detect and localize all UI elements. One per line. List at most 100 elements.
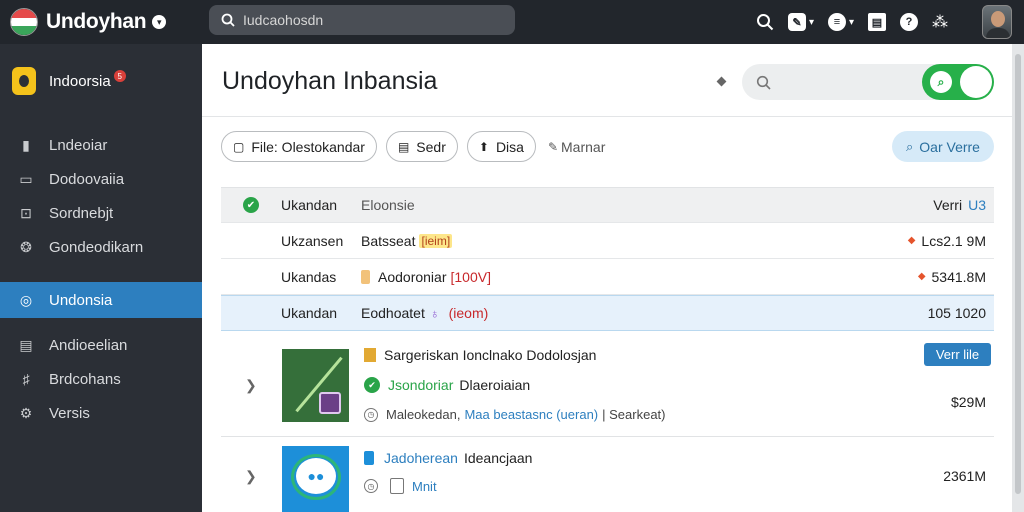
file-icon: [361, 269, 370, 284]
view-toggle[interactable]: ⌕: [922, 64, 994, 100]
card-line: ◷ Mnit: [364, 478, 437, 494]
upload-icon: ⬆: [478, 139, 489, 154]
sidebar-brand[interactable]: Indoorsia 5: [0, 44, 202, 118]
disa-button-label: Disa: [495, 138, 524, 155]
edit-icon[interactable]: ✎ ▾: [787, 13, 814, 31]
card-title-text: Sargeriskan Ionclnako Dodolosjan: [384, 347, 597, 363]
thumbnail-image: [282, 349, 349, 422]
sidebar-item-gondeodikarn[interactable]: ❂ Gondeodikarn: [0, 230, 202, 264]
card-status: Jsondoriar: [388, 377, 454, 393]
sidebar-item-label: Dodoovaiia: [49, 170, 125, 188]
sidebar-item-label: Andioeelian: [49, 336, 128, 354]
divider: [202, 116, 1012, 117]
view-button-label: Oar Verre: [919, 138, 980, 155]
document-icon[interactable]: ▤: [868, 13, 886, 31]
file-icon: ▢: [233, 139, 245, 154]
row-desc-text: Aodoroniar: [378, 268, 447, 285]
chat-icon: ▤: [19, 336, 33, 353]
global-search[interactable]: [209, 5, 515, 35]
search-icon[interactable]: [756, 13, 774, 31]
status-dot-icon: ◆: [917, 271, 926, 282]
row-desc: Batsseat [ieim]: [361, 233, 453, 249]
search-icon: ⌕: [906, 138, 914, 154]
gear-icon: ⚙: [19, 404, 33, 421]
sidebar-item-label: Sordnebjt: [49, 204, 114, 222]
toolbar: ▢ File: Olestokandar ▤ Sedr ⬆ Disa ✎ Mar…: [221, 131, 605, 162]
header-name[interactable]: Ukandan: [281, 197, 337, 213]
list-item[interactable]: ❯ ●● Jadoherean Ideancjaan ◷ Mnit 2361M: [221, 438, 994, 512]
grid-icon: ♯: [22, 371, 30, 387]
file-button[interactable]: ▢ File: Olestokandar: [221, 131, 377, 162]
header-size-label: Verri: [933, 197, 963, 213]
header-size-extra: U3: [968, 197, 986, 213]
card-size: 2361M: [943, 468, 986, 484]
row-size: 105 1020: [928, 305, 986, 321]
table-row-selected[interactable]: Ukandan Eodhoatet ♁ (ieom) 105 1020: [221, 295, 994, 331]
sidebar-item-lndeoiar[interactable]: ▮ Lndeoiar: [0, 128, 202, 162]
disa-button[interactable]: ⬆ Disa: [466, 131, 536, 162]
top-icons: ✎ ▾ ≡ ▾ ▤ ? ⁂: [756, 0, 948, 44]
page-title: Undoyhan Inbansia: [222, 67, 438, 95]
view-file-button[interactable]: Verr lile: [924, 343, 991, 366]
check-icon[interactable]: ✔: [243, 197, 259, 213]
check-icon: ✔: [364, 377, 380, 393]
card-link[interactable]: Mnit: [412, 479, 437, 494]
list-icon: ▤: [397, 139, 410, 154]
sidebar-item-label: Versis: [49, 404, 90, 422]
flag-icon: [10, 8, 38, 36]
scrollbar-thumb[interactable]: [1015, 54, 1021, 494]
marnar-link[interactable]: ✎ Marnar: [548, 139, 605, 155]
avatar[interactable]: [982, 5, 1012, 39]
row-tag: [100V]: [450, 268, 491, 285]
row-tag: [ieim]: [419, 233, 453, 248]
card-meta-post: | Searkeat): [602, 407, 666, 422]
header-desc[interactable]: Eloonsie: [361, 197, 415, 213]
chevron-right-icon[interactable]: ❯: [245, 468, 257, 485]
table-row[interactable]: Ukzansen Batsseat [ieim] ◆ Lcs2.1 9M: [221, 223, 994, 259]
message-icon[interactable]: ≡ ▾: [827, 13, 854, 31]
pin-icon: ♁: [429, 305, 440, 321]
table-row[interactable]: Ukandas Aodoroniar [100V] ◆ 5341.8M: [221, 259, 994, 295]
folder-icon: [364, 348, 376, 362]
view-button[interactable]: ⌕ Oar Verre: [892, 131, 994, 162]
header-size[interactable]: Verri U3: [933, 197, 986, 213]
card-line: ✔ Jsondoriar Dlaeroiaian: [364, 377, 530, 393]
row-desc: Eodhoatet ♁ (ieom): [361, 305, 488, 321]
card-meta-link[interactable]: Maa beastasnc (ueran): [464, 407, 598, 422]
sidebar-item-undonsia[interactable]: ◎ Undonsia: [0, 282, 202, 318]
sedr-button[interactable]: ▤ Sedr: [385, 131, 458, 162]
chevron-down-icon[interactable]: ▾: [152, 15, 167, 29]
sidebar-item-andioeelian[interactable]: ▤ Andioeelian: [0, 328, 202, 362]
card-title-blue: Jadoherean: [384, 450, 458, 466]
workspace-label: Indoorsia: [49, 72, 111, 90]
sidebar-item-brdcohans[interactable]: ♯ Brdcohans: [0, 362, 202, 396]
panel-search[interactable]: ⌕: [742, 64, 994, 100]
card-meta-pre: Maleokedan,: [386, 407, 461, 422]
chevron-right-icon[interactable]: ❯: [245, 377, 257, 394]
sidebar-item-dodoovaiia[interactable]: ▭ Dodoovaiia: [0, 162, 202, 196]
search-input[interactable]: [243, 12, 503, 28]
workspace-logo-icon: [12, 67, 36, 95]
table-header: ✔ Ukandan Eloonsie Verri U3: [221, 187, 994, 223]
search-icon: [756, 75, 771, 90]
apps-icon[interactable]: ⁂: [932, 12, 948, 32]
sidebar-item-versis[interactable]: ⚙ Versis: [0, 396, 202, 430]
list-item[interactable]: ❯ Sargeriskan Ionclnako Dodolosjan ✔ Jso…: [221, 339, 994, 437]
sidebar-item-sordnebjt[interactable]: ⊡ Sordnebjt: [0, 196, 202, 230]
row-desc: Aodoroniar [100V]: [361, 269, 491, 285]
app-brand[interactable]: Undoyhan ▾: [0, 8, 200, 36]
row-size: ◆ 5341.8M: [918, 269, 986, 285]
globe-icon: ◎: [19, 291, 33, 308]
help-icon[interactable]: ?: [900, 13, 918, 31]
diamond-icon[interactable]: [716, 76, 727, 87]
notification-badge: 5: [113, 70, 126, 82]
clock-icon: ◷: [364, 407, 378, 422]
scrollbar[interactable]: [1012, 44, 1024, 512]
card-line-text: Dlaeroiaian: [459, 377, 531, 393]
sidebar-item-label: Undonsia: [49, 291, 113, 309]
sedr-button-label: Sedr: [416, 138, 446, 155]
marnar-link-label: Marnar: [561, 138, 606, 155]
sidebar-item-label: Lndeoiar: [49, 136, 108, 154]
row-tag: (ieom): [448, 305, 489, 321]
folder-icon: ▮: [22, 136, 30, 153]
